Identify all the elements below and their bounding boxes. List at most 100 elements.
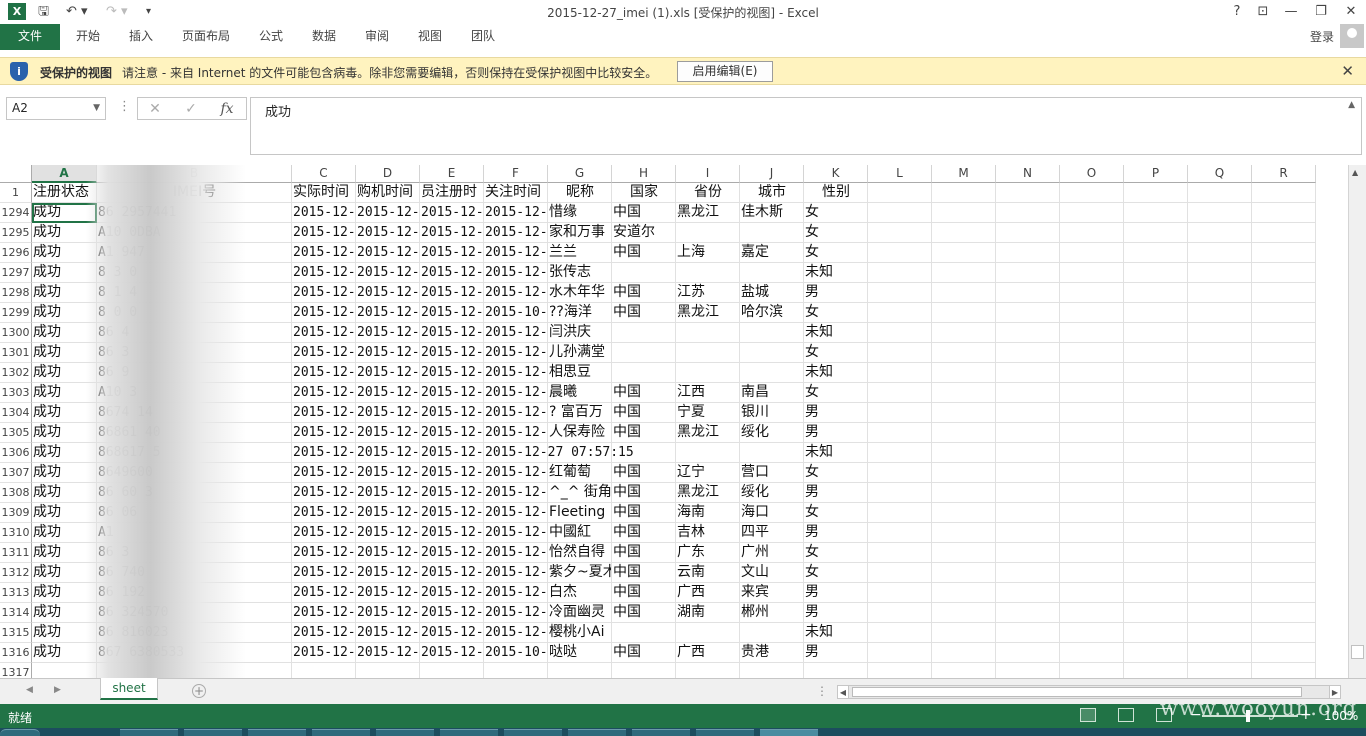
table-cell[interactable]: 2015-12- (484, 523, 548, 543)
table-cell[interactable]: 2015-12- (292, 403, 356, 423)
table-cell[interactable] (740, 623, 804, 643)
empty-cell[interactable] (996, 543, 1060, 563)
table-cell[interactable]: 佳木斯 (740, 203, 804, 223)
empty-cell[interactable] (1060, 263, 1124, 283)
table-cell[interactable]: 未知 (804, 623, 868, 643)
empty-cell[interactable] (996, 623, 1060, 643)
table-cell[interactable]: 2015-12- (484, 203, 548, 223)
table-cell[interactable]: 2015-12- (420, 383, 484, 403)
table-cell[interactable]: 2015-12- (356, 503, 420, 523)
table-cell[interactable]: 2015-12- (484, 543, 548, 563)
column-title-cell[interactable]: 性别 (804, 183, 868, 203)
empty-cell[interactable] (1060, 643, 1124, 663)
empty-cell[interactable] (1188, 443, 1252, 463)
table-cell[interactable]: 黑龙江 (676, 483, 740, 503)
empty-cell[interactable] (1124, 483, 1188, 503)
table-cell[interactable] (484, 663, 548, 678)
table-cell[interactable]: 2015-12- (292, 563, 356, 583)
table-cell[interactable]: 2015-12- (420, 403, 484, 423)
table-cell[interactable]: 男 (804, 523, 868, 543)
close-button[interactable]: ✕ (1340, 2, 1362, 22)
empty-cell[interactable] (932, 403, 996, 423)
table-cell[interactable]: 2015-12- (484, 583, 548, 603)
table-cell[interactable]: 2015-12- (420, 523, 484, 543)
empty-cell[interactable] (1252, 223, 1316, 243)
empty-cell[interactable] (1252, 363, 1316, 383)
table-cell[interactable] (32, 663, 97, 678)
empty-cell[interactable] (932, 503, 996, 523)
empty-cell[interactable] (1188, 543, 1252, 563)
empty-cell[interactable] (1252, 483, 1316, 503)
empty-cell[interactable] (868, 363, 932, 383)
empty-cell[interactable] (996, 523, 1060, 543)
empty-cell[interactable] (1188, 243, 1252, 263)
table-cell[interactable]: 成功 (32, 323, 97, 343)
empty-cell[interactable] (1252, 543, 1316, 563)
table-cell[interactable]: 儿孙满堂 (548, 343, 612, 363)
table-cell[interactable]: 成功 (32, 583, 97, 603)
empty-cell[interactable] (1252, 383, 1316, 403)
table-cell[interactable]: 86 3 (97, 343, 292, 363)
empty-cell[interactable] (1060, 663, 1124, 678)
table-cell[interactable]: 2015-12- (484, 483, 548, 503)
empty-cell[interactable] (996, 643, 1060, 663)
table-cell[interactable]: 兰兰 (548, 243, 612, 263)
table-cell[interactable]: 绥化 (740, 423, 804, 443)
table-cell[interactable]: 8649600 (97, 463, 292, 483)
empty-cell[interactable] (1252, 583, 1316, 603)
column-header-f[interactable]: F (484, 165, 548, 183)
empty-cell[interactable] (868, 263, 932, 283)
empty-cell[interactable] (996, 243, 1060, 263)
table-cell[interactable]: 宁夏 (676, 403, 740, 423)
table-cell[interactable] (356, 663, 420, 678)
normal-view-icon[interactable] (1080, 708, 1096, 722)
table-cell[interactable]: 2015-12- (356, 543, 420, 563)
empty-cell[interactable] (1060, 223, 1124, 243)
table-cell[interactable]: 86 4 (97, 323, 292, 343)
table-cell[interactable]: 2015-12- (356, 463, 420, 483)
table-cell[interactable]: 2015-12- (484, 243, 548, 263)
table-cell[interactable]: ^_^ 街角 (548, 483, 612, 503)
empty-cell[interactable] (1060, 363, 1124, 383)
table-cell[interactable]: 成功 (32, 383, 97, 403)
empty-cell[interactable] (1060, 383, 1124, 403)
empty-cell[interactable] (1060, 543, 1124, 563)
empty-cell[interactable] (932, 583, 996, 603)
table-cell[interactable]: 2015-12- (292, 483, 356, 503)
table-cell[interactable]: 2015-12- (292, 303, 356, 323)
empty-cell[interactable] (868, 563, 932, 583)
empty-cell[interactable] (868, 383, 932, 403)
table-cell[interactable]: 成功 (32, 343, 97, 363)
tab-insert[interactable]: 插入 (119, 24, 163, 50)
empty-cell[interactable] (1252, 643, 1316, 663)
tab-team[interactable]: 团队 (461, 24, 505, 50)
row-header[interactable]: 1305 (0, 423, 32, 443)
empty-cell[interactable] (1188, 663, 1252, 678)
table-cell[interactable]: 2015-12- (356, 483, 420, 503)
table-cell[interactable]: 2015-12- (356, 623, 420, 643)
table-cell[interactable]: 2015-12- (484, 283, 548, 303)
table-cell[interactable]: 张传志 (548, 263, 612, 283)
table-cell[interactable]: 2015-12- (420, 203, 484, 223)
column-header-r[interactable]: R (1252, 165, 1316, 183)
table-cell[interactable]: 成功 (32, 643, 97, 663)
column-header-g[interactable]: G (548, 165, 612, 183)
page-layout-view-icon[interactable] (1118, 708, 1134, 722)
empty-cell[interactable] (1124, 343, 1188, 363)
table-cell[interactable]: 2015-12- (484, 403, 548, 423)
table-cell[interactable]: 2015-12- (484, 503, 548, 523)
table-cell[interactable]: 未知 (804, 263, 868, 283)
table-cell[interactable]: 成功 (32, 523, 97, 543)
empty-cell[interactable] (996, 563, 1060, 583)
empty-cell[interactable] (932, 563, 996, 583)
tab-file[interactable]: 文件 (0, 24, 60, 50)
column-header-c[interactable]: C (292, 165, 356, 183)
table-cell[interactable]: Fleeting (548, 503, 612, 523)
table-cell[interactable]: 2015-12- (356, 203, 420, 223)
table-cell[interactable]: 2015-12- (420, 423, 484, 443)
maximize-button[interactable]: ❐ (1310, 2, 1332, 22)
table-cell[interactable]: 成功 (32, 463, 97, 483)
table-cell[interactable]: 2015-12- (484, 383, 548, 403)
table-cell[interactable] (740, 443, 804, 463)
table-cell[interactable] (612, 343, 676, 363)
